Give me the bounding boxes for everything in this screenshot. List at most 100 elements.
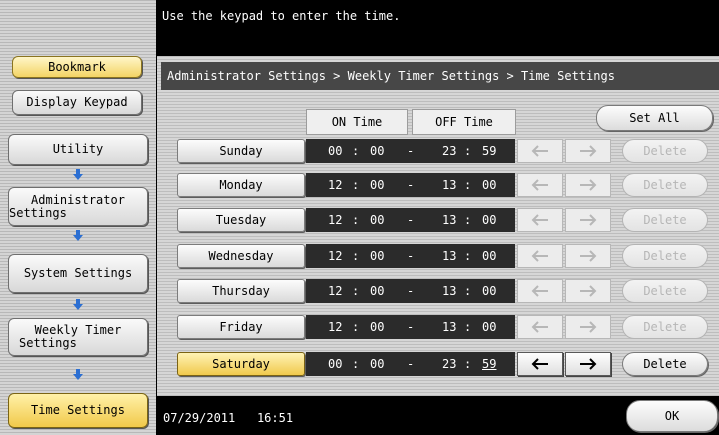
day-button[interactable]: Sunday	[177, 139, 305, 163]
delete-button[interactable]: Delete	[622, 315, 708, 339]
time-range-field[interactable]: 12 : 00 - 13 : 00	[306, 279, 515, 303]
arrow-right-icon	[580, 214, 597, 226]
on-hour: 12	[328, 320, 343, 334]
off-hour: 13	[442, 284, 457, 298]
off-hour: 13	[442, 178, 457, 192]
on-hour: 12	[328, 249, 343, 263]
off-colon: :	[464, 284, 472, 298]
day-row-tuesday: Tuesday 12 : 00 - 13 : 00 Delete	[0, 207, 719, 233]
off-colon: :	[464, 320, 472, 334]
day-row-wednesday: Wednesday 12 : 00 - 13 : 00 Delete	[0, 243, 719, 269]
on-minute: 00	[370, 249, 385, 263]
off-hour: 13	[442, 213, 457, 227]
on-colon: :	[352, 249, 360, 263]
time-dash: -	[407, 249, 415, 263]
left-arrow-button[interactable]	[517, 173, 563, 197]
off-minute: 00	[482, 284, 497, 298]
bookmark-button[interactable]: Bookmark	[12, 56, 142, 78]
off-hour: 13	[442, 249, 457, 263]
off-hour: 23	[442, 144, 457, 158]
right-arrow-button[interactable]	[565, 244, 611, 268]
off-hour: 23	[442, 357, 457, 371]
date-text: 07/29/2011	[163, 411, 236, 425]
day-row-sunday: Sunday 00 : 00 - 23 : 59 Delete	[0, 138, 719, 164]
on-hour: 12	[328, 284, 343, 298]
breadcrumb: Administrator Settings > Weekly Timer Se…	[161, 62, 719, 90]
off-time-header: OFF Time	[412, 109, 516, 135]
right-arrow-button[interactable]	[565, 279, 611, 303]
on-minute: 00	[370, 178, 385, 192]
day-row-friday: Friday 12 : 00 - 13 : 00 Delete	[0, 314, 719, 340]
left-arrow-button[interactable]	[517, 208, 563, 232]
right-arrow-button[interactable]	[565, 173, 611, 197]
instruction-message: Use the keypad to enter the time.	[162, 9, 401, 23]
left-arrow-button[interactable]	[517, 279, 563, 303]
left-arrow-button[interactable]	[517, 244, 563, 268]
on-hour: 12	[328, 178, 343, 192]
delete-button[interactable]: Delete	[622, 352, 708, 376]
right-arrow-button[interactable]	[565, 352, 611, 376]
arrow-left-icon	[531, 321, 548, 333]
off-minute: 59	[482, 357, 497, 371]
on-colon: :	[352, 357, 360, 371]
delete-button[interactable]: Delete	[622, 173, 708, 197]
arrow-left-icon	[531, 285, 548, 297]
delete-button[interactable]: Delete	[622, 208, 708, 232]
left-arrow-button[interactable]	[517, 352, 563, 376]
time-dash: -	[407, 144, 415, 158]
delete-button[interactable]: Delete	[622, 244, 708, 268]
on-hour: 12	[328, 213, 343, 227]
on-minute: 00	[370, 357, 385, 371]
arrow-right-icon	[580, 179, 597, 191]
on-colon: :	[352, 178, 360, 192]
ok-button[interactable]: OK	[626, 400, 718, 432]
arrow-left-icon	[531, 214, 548, 226]
right-arrow-button[interactable]	[565, 315, 611, 339]
arrow-left-icon	[531, 145, 548, 157]
off-minute: 00	[482, 249, 497, 263]
arrow-right-icon	[580, 321, 597, 333]
day-button[interactable]: Monday	[177, 173, 305, 197]
day-row-thursday: Thursday 12 : 00 - 13 : 00 Delete	[0, 278, 719, 304]
left-arrow-button[interactable]	[517, 315, 563, 339]
time-range-field[interactable]: 12 : 00 - 13 : 00	[306, 244, 515, 268]
time-range-field[interactable]: 12 : 00 - 13 : 00	[306, 173, 515, 197]
off-colon: :	[464, 213, 472, 227]
on-colon: :	[352, 213, 360, 227]
delete-button[interactable]: Delete	[622, 279, 708, 303]
time-range-field[interactable]: 12 : 00 - 13 : 00	[306, 208, 515, 232]
on-minute: 00	[370, 144, 385, 158]
delete-button[interactable]: Delete	[622, 139, 708, 163]
date-time: 07/29/2011 16:51	[163, 411, 293, 425]
off-minute: 59	[482, 144, 497, 158]
time-range-field[interactable]: 12 : 00 - 13 : 00	[306, 315, 515, 339]
arrow-right-icon	[580, 285, 597, 297]
day-row-saturday: Saturday 00 : 00 - 23 : 59 Delete	[0, 351, 719, 377]
on-hour: 00	[328, 144, 343, 158]
on-time-header: ON Time	[306, 109, 408, 135]
time-dash: -	[407, 178, 415, 192]
on-minute: 00	[370, 320, 385, 334]
off-minute: 00	[482, 320, 497, 334]
display-keypad-button[interactable]: Display Keypad	[12, 90, 142, 115]
day-button[interactable]: Tuesday	[177, 208, 305, 232]
day-button[interactable]: Thursday	[177, 279, 305, 303]
arrow-right-icon	[580, 250, 597, 262]
day-button[interactable]: Wednesday	[177, 244, 305, 268]
off-colon: :	[464, 178, 472, 192]
time-dash: -	[407, 357, 415, 371]
day-button[interactable]: Saturday	[177, 352, 305, 376]
left-arrow-button[interactable]	[517, 139, 563, 163]
nav-time-settings-button[interactable]: Time Settings	[8, 393, 148, 428]
time-range-field[interactable]: 00 : 00 - 23 : 59	[306, 139, 515, 163]
arrow-left-icon	[531, 179, 548, 191]
right-arrow-button[interactable]	[565, 139, 611, 163]
arrow-right-icon	[580, 145, 597, 157]
on-colon: :	[352, 144, 360, 158]
right-arrow-button[interactable]	[565, 208, 611, 232]
time-range-field[interactable]: 00 : 00 - 23 : 59	[306, 352, 515, 376]
set-all-button[interactable]: Set All	[596, 105, 713, 131]
day-button[interactable]: Friday	[177, 315, 305, 339]
off-colon: :	[464, 249, 472, 263]
off-colon: :	[464, 144, 472, 158]
